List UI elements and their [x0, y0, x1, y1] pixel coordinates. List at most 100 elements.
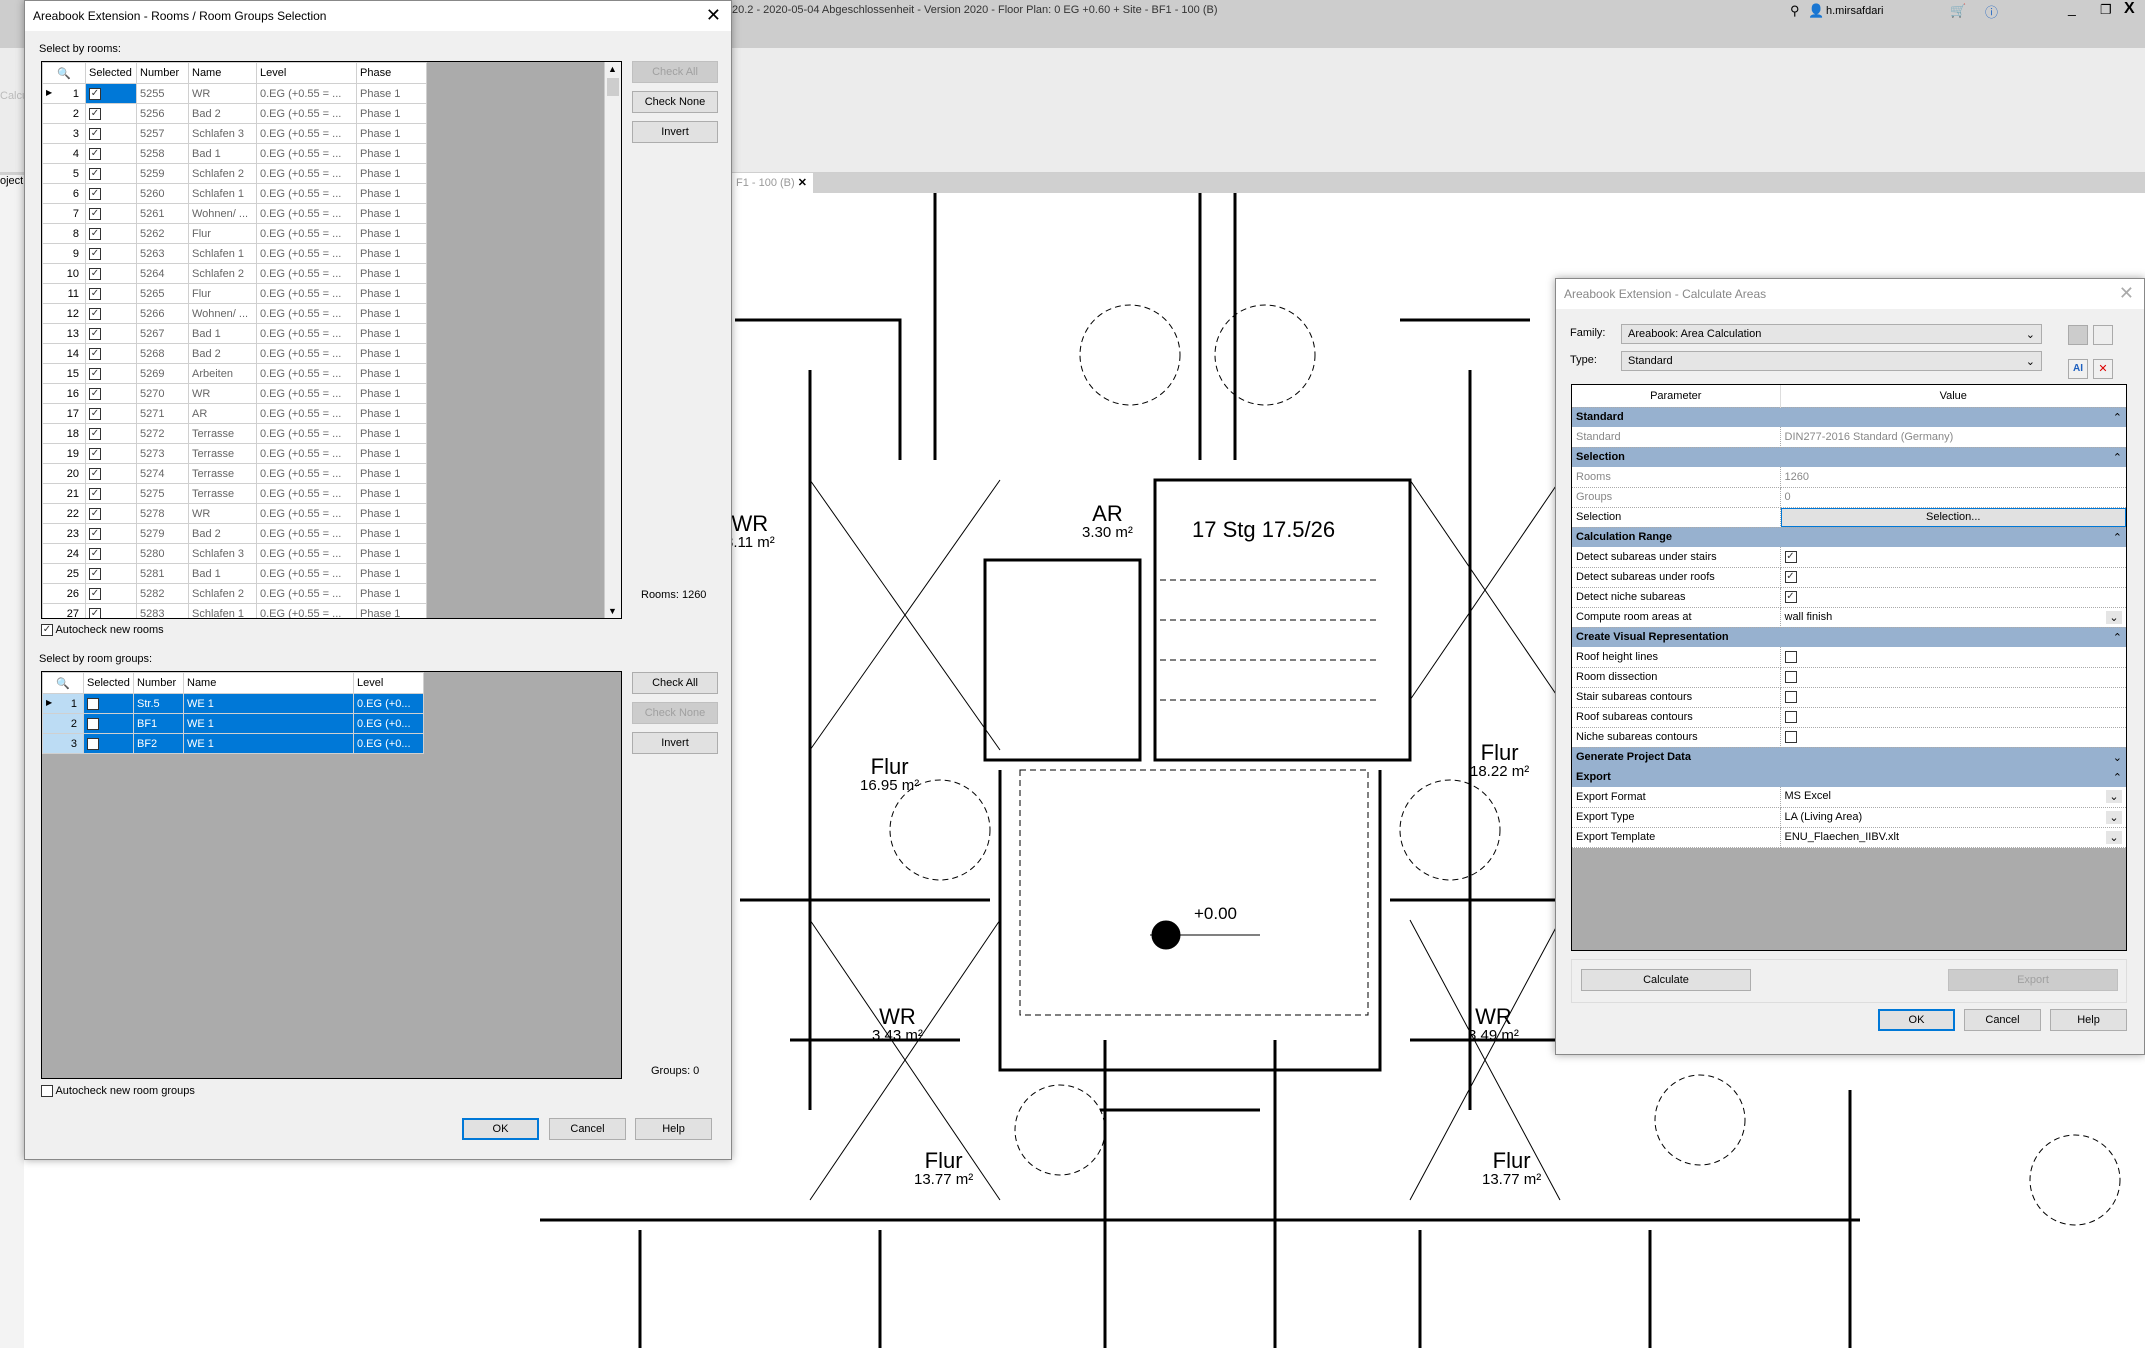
room-row[interactable]: 17 ✓ 5271 AR 0.EG (+0.55 = ... Phase 1	[42, 403, 427, 424]
row-header[interactable]: 26	[42, 583, 86, 604]
room-row[interactable]: 22 ✓ 5278 WR 0.EG (+0.55 = ... Phase 1	[42, 503, 427, 524]
parameter-row[interactable]: Niche subareas contours	[1572, 727, 2126, 748]
selected-checkbox-cell[interactable]: ✓	[85, 303, 137, 324]
row-header[interactable]: 21	[42, 483, 86, 504]
room-row[interactable]: 7 ✓ 5261 Wohnen/ ... 0.EG (+0.55 = ... Phase …	[42, 203, 427, 224]
row-header[interactable]: 6	[42, 183, 86, 204]
help-button[interactable]: Help	[635, 1118, 712, 1140]
category-label[interactable]: Export ⌃	[1572, 767, 2126, 787]
selected-checkbox-cell[interactable]	[83, 713, 134, 734]
selected-checkbox-cell[interactable]: ✓	[85, 463, 137, 484]
checkbox-icon[interactable]	[87, 737, 99, 750]
checkbox-icon[interactable]: ✓	[89, 507, 101, 520]
parameter-row[interactable]: Export Format MS Excel ⌄	[1572, 787, 2126, 808]
duplicate-icon[interactable]	[2093, 325, 2113, 345]
binoculars-icon[interactable]: ⚲	[1790, 3, 1800, 19]
row-header[interactable]: 8	[42, 223, 86, 244]
room-row[interactable]: 2 ✓ 5256 Bad 2 0.EG (+0.55 = ... Phase 1	[42, 103, 427, 124]
export-button[interactable]: Export	[1948, 969, 2118, 991]
rooms-check-none-button[interactable]: Check None	[632, 91, 718, 113]
scroll-thumb[interactable]	[607, 78, 619, 96]
checkbox-icon[interactable]	[1784, 691, 1797, 704]
rename-icon[interactable]: AI	[2068, 359, 2088, 379]
parameter-row[interactable]: Detect subareas under stairs ✓	[1572, 547, 2126, 568]
category-label[interactable]: Create Visual Representation ⌃	[1572, 627, 2126, 647]
user-name[interactable]: h.mirsafdari	[1826, 5, 1883, 17]
checkbox-icon[interactable]: ✓	[89, 187, 101, 200]
checkbox-icon[interactable]: ✓	[89, 227, 101, 240]
checkbox-icon[interactable]: ✓	[89, 587, 101, 600]
selected-checkbox-cell[interactable]: ✓	[85, 323, 137, 344]
parameter-dropdown[interactable]: ENU_Flaechen_IIBV.xlt ⌄	[1780, 827, 2126, 848]
room-row[interactable]: ▶ 1 ✓ 5255 WR 0.EG (+0.55 = ... Phase 1	[42, 83, 427, 104]
room-row[interactable]: 20 ✓ 5274 Terrasse 0.EG (+0.55 = ... Phase 1	[42, 463, 427, 484]
checkbox-icon[interactable]: ✓	[89, 487, 101, 500]
col-level[interactable]: Level	[256, 62, 357, 84]
parameter-row[interactable]: Roof height lines	[1572, 647, 2126, 668]
checkbox-icon[interactable]	[87, 717, 99, 730]
selected-checkbox-cell[interactable]: ✓	[85, 143, 137, 164]
selected-checkbox-cell[interactable]: ✓	[85, 83, 137, 104]
checkbox-icon[interactable]: ✓	[89, 547, 101, 560]
checkbox-icon[interactable]: ✓	[89, 607, 101, 618]
selected-checkbox-cell[interactable]: ✓	[85, 163, 137, 184]
room-row[interactable]: 16 ✓ 5270 WR 0.EG (+0.55 = ... Phase 1	[42, 383, 427, 404]
category-label[interactable]: Selection ⌃	[1572, 447, 2126, 467]
category-label[interactable]: Generate Project Data ⌄	[1572, 747, 2126, 767]
checkbox-icon[interactable]: ✓	[89, 427, 101, 440]
selected-checkbox-cell[interactable]: ✓	[85, 603, 137, 618]
checkbox-icon[interactable]: ✓	[89, 87, 101, 100]
selected-checkbox-cell[interactable]: ✓	[85, 283, 137, 304]
search-icon[interactable]: 🔍	[42, 672, 84, 694]
parameter-checkbox[interactable]: ✓	[1780, 587, 2126, 608]
ok-button[interactable]: OK	[1878, 1009, 1955, 1031]
collapse-icon[interactable]: ⌃	[2113, 771, 2122, 784]
selected-checkbox-cell[interactable]: ✓	[85, 503, 137, 524]
load-family-icon[interactable]	[2068, 325, 2088, 345]
type-dropdown[interactable]: Standard ⌄	[1621, 351, 2042, 371]
room-row[interactable]: 15 ✓ 5269 Arbeiten 0.EG (+0.55 = ... Phase 1	[42, 363, 427, 384]
expand-icon[interactable]: ⌄	[2113, 751, 2122, 764]
ok-button[interactable]: OK	[462, 1118, 539, 1140]
chevron-down-icon[interactable]: ⌄	[2106, 830, 2122, 844]
close-icon[interactable]: ✕	[2119, 283, 2134, 304]
cancel-button[interactable]: Cancel	[1964, 1009, 2041, 1031]
rooms-check-all-button[interactable]: Check All	[632, 61, 718, 83]
view-tab[interactable]: F1 - 100 (B) ✕	[730, 173, 813, 193]
col-number[interactable]: Number	[133, 672, 184, 694]
row-header[interactable]: 3	[42, 733, 84, 754]
collapse-icon[interactable]: ⌃	[2113, 531, 2122, 544]
row-header[interactable]: 20	[42, 463, 86, 484]
checkbox-icon[interactable]: ✓	[89, 307, 101, 320]
selected-checkbox-cell[interactable]: ✓	[85, 263, 137, 284]
parameter-checkbox[interactable]	[1780, 667, 2126, 688]
group-row[interactable]: 2 BF1 WE 1 0.EG (+0...	[42, 713, 424, 734]
rooms-invert-button[interactable]: Invert	[632, 121, 718, 143]
checkbox-icon[interactable]: ✓	[89, 387, 101, 400]
checkbox-icon[interactable]	[1784, 731, 1797, 744]
checkbox-icon[interactable]	[87, 697, 99, 710]
parameter-row[interactable]: Selection Selection...	[1572, 507, 2126, 528]
room-row[interactable]: 27 ✓ 5283 Schlafen 1 0.EG (+0.55 = ... Phase …	[42, 603, 427, 618]
col-selected[interactable]: Selected	[85, 62, 137, 84]
parameter-row[interactable]: Room dissection	[1572, 667, 2126, 688]
groups-grid[interactable]: 🔍 Selected Number Name Level ▶ 1 Str.5 WE 1…	[41, 671, 622, 1079]
selected-checkbox-cell[interactable]: ✓	[85, 183, 137, 204]
room-row[interactable]: 21 ✓ 5275 Terrasse 0.EG (+0.55 = ... Phase 1	[42, 483, 427, 504]
room-row[interactable]: 14 ✓ 5268 Bad 2 0.EG (+0.55 = ... Phase 1	[42, 343, 427, 364]
row-header[interactable]: 9	[42, 243, 86, 264]
room-row[interactable]: 10 ✓ 5264 Schlafen 2 0.EG (+0.55 = ... Phase …	[42, 263, 427, 284]
parameter-row[interactable]: Export Template ENU_Flaechen_IIBV.xlt ⌄	[1572, 827, 2126, 848]
selected-checkbox-cell[interactable]: ✓	[85, 343, 137, 364]
room-row[interactable]: 3 ✓ 5257 Schlafen 3 0.EG (+0.55 = ... Phase 1	[42, 123, 427, 144]
rooms-scrollbar[interactable]: ▲ ▼	[604, 62, 621, 618]
parameter-row[interactable]: Groups 0	[1572, 487, 2126, 508]
checkbox-icon[interactable]: ✓	[89, 447, 101, 460]
room-row[interactable]: 25 ✓ 5281 Bad 1 0.EG (+0.55 = ... Phase 1	[42, 563, 427, 584]
checkbox-icon[interactable]: ✓	[89, 367, 101, 380]
room-row[interactable]: 18 ✓ 5272 Terrasse 0.EG (+0.55 = ... Phase 1	[42, 423, 427, 444]
collapse-icon[interactable]: ⌃	[2113, 631, 2122, 644]
category-label[interactable]: Standard ⌃	[1572, 407, 2126, 427]
chevron-down-icon[interactable]: ⌄	[2106, 810, 2122, 824]
parameter-dropdown[interactable]: MS Excel ⌄	[1780, 787, 2126, 808]
